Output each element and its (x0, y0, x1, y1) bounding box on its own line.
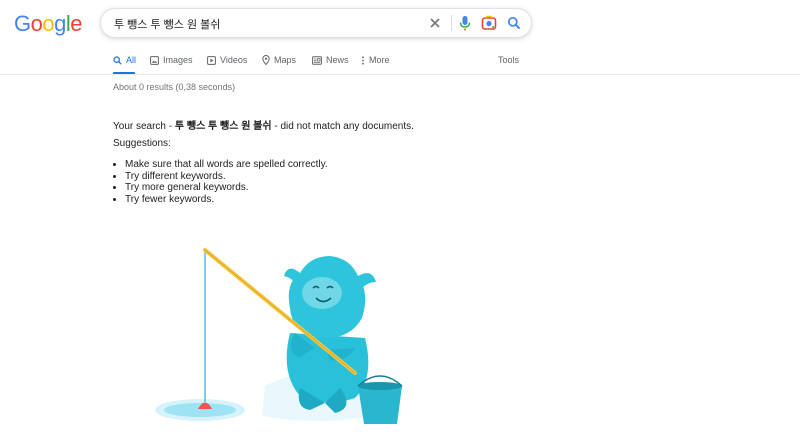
logo-letter: o (42, 11, 55, 36)
logo-letter: G (14, 11, 31, 36)
tab-more[interactable]: More (361, 55, 390, 65)
tab-all[interactable]: All (113, 55, 136, 65)
message-prefix: Your search - (113, 121, 175, 132)
fishing-yeti-illustration (155, 248, 403, 424)
tab-label: All (126, 55, 137, 65)
suggestion-item: Try fewer keywords. (125, 194, 328, 206)
tab-label: More (369, 55, 390, 65)
map-pin-icon (262, 55, 270, 65)
search-box[interactable]: 투 뺑스 투 뺑스 원 볼쉬 (100, 8, 532, 38)
search-icon (113, 55, 122, 65)
google-logo[interactable]: Google (14, 11, 83, 37)
suggestion-item: Try more general keywords. (125, 182, 328, 194)
play-icon (207, 55, 216, 65)
search-divider (451, 15, 452, 31)
logo-letter: o (30, 11, 43, 36)
image-icon (150, 55, 159, 65)
header-divider (0, 74, 800, 75)
search-term: 투 뺑스 투 뺑스 원 볼쉬 (174, 121, 272, 132)
tab-label: Maps (274, 55, 297, 65)
more-vert-icon (362, 55, 364, 65)
message-suffix: - did not match any documents. (271, 121, 414, 132)
suggestions-list: Make sure that all words are spelled cor… (113, 159, 328, 205)
tab-label: News (326, 55, 349, 65)
search-input[interactable]: 투 뺑스 투 뺑스 원 볼쉬 (114, 16, 220, 32)
search-icon[interactable] (505, 14, 523, 32)
logo-letter: g (54, 11, 66, 36)
no-results-message: Your search - 투 뺑스 투 뺑스 원 볼쉬 - did not m… (113, 117, 414, 132)
lens-camera-icon[interactable] (480, 14, 498, 32)
tab-images[interactable]: Images (150, 55, 193, 65)
tab-label: Videos (220, 55, 248, 65)
suggestions-title: Suggestions: (113, 138, 171, 149)
result-stats: About 0 results (0,38 seconds) (113, 82, 236, 92)
news-icon (312, 55, 322, 65)
logo-letter: e (70, 11, 83, 36)
clear-icon[interactable] (426, 14, 444, 32)
tab-videos[interactable]: Videos (207, 55, 247, 65)
tab-maps[interactable]: Maps (262, 55, 296, 65)
suggestion-item: Make sure that all words are spelled cor… (125, 159, 328, 171)
tab-news[interactable]: News (312, 55, 349, 65)
suggestion-item: Try different keywords. (125, 171, 328, 183)
tab-label: Images (163, 55, 193, 65)
microphone-icon[interactable] (456, 14, 474, 32)
tools-button[interactable]: Tools (498, 55, 519, 65)
